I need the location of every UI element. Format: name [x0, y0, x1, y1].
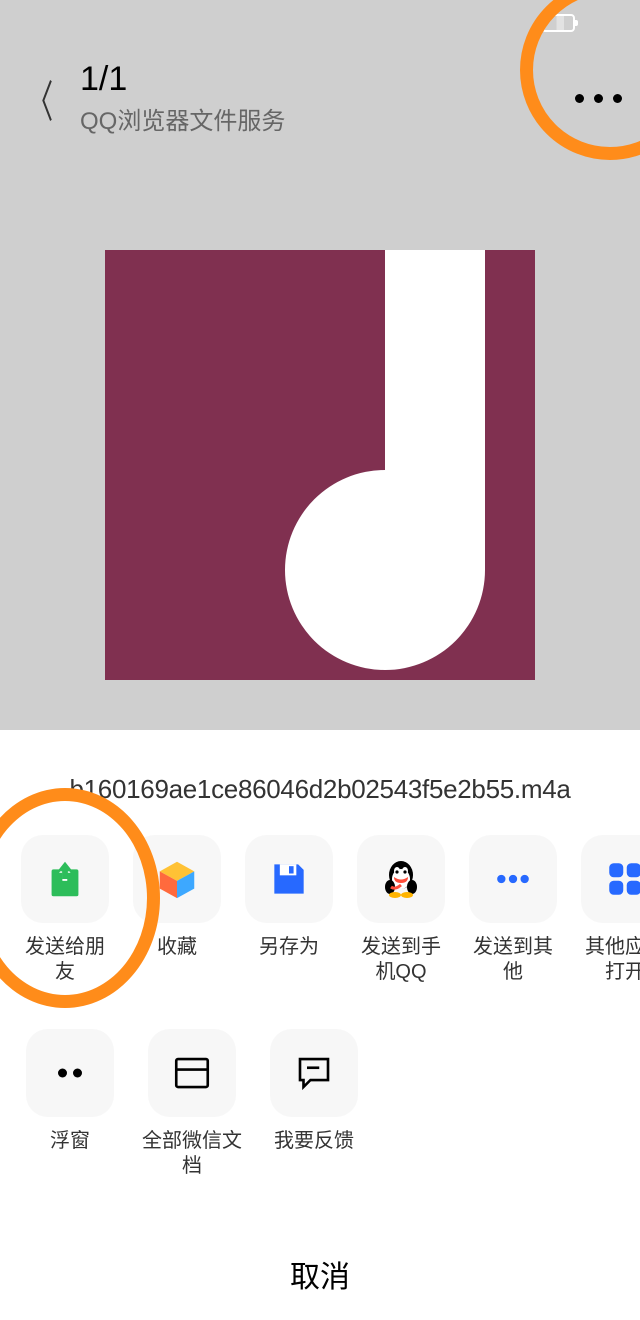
back-button[interactable]: 〈 — [27, 66, 53, 130]
action-float-window[interactable]: 浮窗 — [16, 1029, 124, 1179]
float-icon — [52, 1063, 88, 1083]
page-subtitle: QQ浏览器文件服务 — [80, 101, 285, 136]
chat-icon — [293, 1052, 335, 1094]
more-button[interactable] — [575, 94, 622, 103]
save-icon — [267, 857, 311, 901]
action-send-to-friend[interactable]: 发送给朋友 — [16, 835, 114, 985]
page-counter: 1/1 — [80, 60, 285, 99]
tool-row: 浮窗 全部微信文档 我要反馈 — [0, 1029, 640, 1179]
cancel-button[interactable]: 取消 — [0, 1228, 640, 1320]
action-sheet: b160169ae1ce86046d2b02543f5e2b55.m4a 发送给… — [0, 730, 640, 1320]
file-name: b160169ae1ce86046d2b02543f5e2b55.m4a — [0, 774, 640, 835]
more-dots-icon — [493, 859, 533, 899]
folder-icon — [171, 1052, 213, 1094]
action-save-as[interactable]: 另存为 — [240, 835, 338, 985]
action-send-other[interactable]: 发送到其他 — [464, 835, 562, 985]
action-all-docs[interactable]: 全部微信文档 — [138, 1029, 246, 1179]
share-row: 发送给朋友 收藏 另存为 — [0, 835, 640, 985]
action-other-app[interactable]: 其他应用打开 — [576, 835, 640, 985]
action-send-qq[interactable]: 发送到手机QQ — [352, 835, 450, 985]
action-favorite[interactable]: 收藏 — [128, 835, 226, 985]
media-thumbnail — [105, 250, 535, 680]
cube-icon — [154, 856, 200, 902]
header: 〈 1/1 QQ浏览器文件服务 — [0, 46, 640, 150]
battery-icon — [541, 14, 575, 32]
apps-icon — [604, 858, 640, 900]
qq-icon — [377, 855, 425, 903]
upload-icon — [42, 856, 88, 902]
action-feedback[interactable]: 我要反馈 — [260, 1029, 368, 1179]
